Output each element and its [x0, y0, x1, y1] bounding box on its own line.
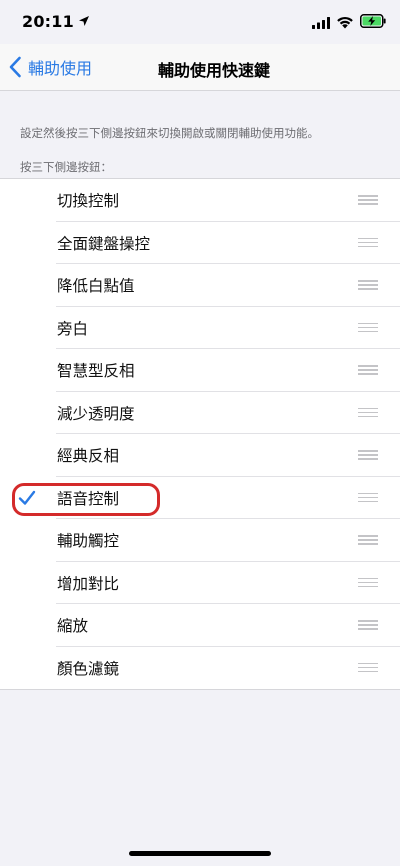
list-item-classic-invert[interactable]: 經典反相: [0, 434, 400, 477]
checkmark-icon: [18, 490, 36, 505]
list-item-reduce-transparency[interactable]: 減少透明度: [0, 392, 400, 435]
battery-charging-icon: [360, 14, 386, 28]
list-item-label: 輔助觸控: [57, 532, 120, 551]
reorder-handle-icon[interactable]: [358, 322, 378, 333]
reorder-handle-icon[interactable]: [358, 577, 378, 588]
list-item-increase-contrast[interactable]: 增加對比: [0, 562, 400, 605]
list-item-zoom[interactable]: 縮放: [0, 604, 400, 647]
status-time: 20:11: [22, 12, 74, 31]
reorder-handle-icon[interactable]: [358, 662, 378, 673]
reorder-handle-icon[interactable]: [358, 280, 378, 290]
reorder-handle-icon[interactable]: [358, 535, 378, 545]
list-item-reduce-white-point[interactable]: 降低白點值: [0, 264, 400, 307]
page-title: 輔助使用快速鍵: [157, 61, 270, 80]
list-item-label: 增加對比: [57, 574, 120, 593]
status-bar: 20:11: [0, 0, 400, 44]
list-item-label: 全面鍵盤操控: [57, 234, 151, 253]
list-item-label: 切換控制: [57, 192, 120, 211]
list-item-label: 語音控制: [57, 489, 120, 508]
list-item-label: 旁白: [57, 319, 89, 338]
reorder-handle-icon[interactable]: [358, 620, 378, 630]
reorder-handle-icon[interactable]: [358, 195, 378, 205]
list-item-label: 縮放: [57, 617, 89, 636]
reorder-handle-icon[interactable]: [358, 237, 378, 248]
list-item-label: 智慧型反相: [57, 362, 135, 381]
list-item-full-keyboard-access[interactable]: 全面鍵盤操控: [0, 222, 400, 265]
section-header: 按三下側邊按鈕：: [20, 160, 112, 174]
reorder-handle-icon[interactable]: [358, 492, 378, 503]
reorder-handle-icon[interactable]: [358, 365, 378, 375]
list-item-switch-control[interactable]: 切換控制: [0, 179, 400, 222]
list-item-smart-invert[interactable]: 智慧型反相: [0, 349, 400, 392]
shortcut-description: 設定然後按三下側邊按鈕來切換開啟或關閉輔助使用功能。: [20, 126, 319, 140]
navigation-bar: 輔助使用 輔助使用快速鍵: [0, 44, 400, 91]
list-item-label: 降低白點值: [57, 277, 135, 296]
list-item-voiceover[interactable]: 旁白: [0, 307, 400, 350]
home-indicator[interactable]: [129, 851, 271, 856]
list-item-label: 顏色濾鏡: [57, 659, 120, 678]
shortcut-option-list: 切換控制 全面鍵盤操控 降低白點值 旁白 智慧型反相 減少透明度 經典反相 語音…: [0, 178, 400, 690]
list-item-color-filters[interactable]: 顏色濾鏡: [0, 647, 400, 690]
list-item-voice-control[interactable]: 語音控制: [0, 477, 400, 520]
list-item-label: 經典反相: [57, 447, 120, 466]
location-arrow-icon: [79, 16, 89, 26]
cellular-signal-icon: [312, 17, 330, 29]
wifi-icon: [337, 16, 353, 29]
list-item-assistive-touch[interactable]: 輔助觸控: [0, 519, 400, 562]
reorder-handle-icon[interactable]: [358, 450, 378, 460]
reorder-handle-icon[interactable]: [358, 407, 378, 418]
list-item-label: 減少透明度: [57, 404, 135, 423]
